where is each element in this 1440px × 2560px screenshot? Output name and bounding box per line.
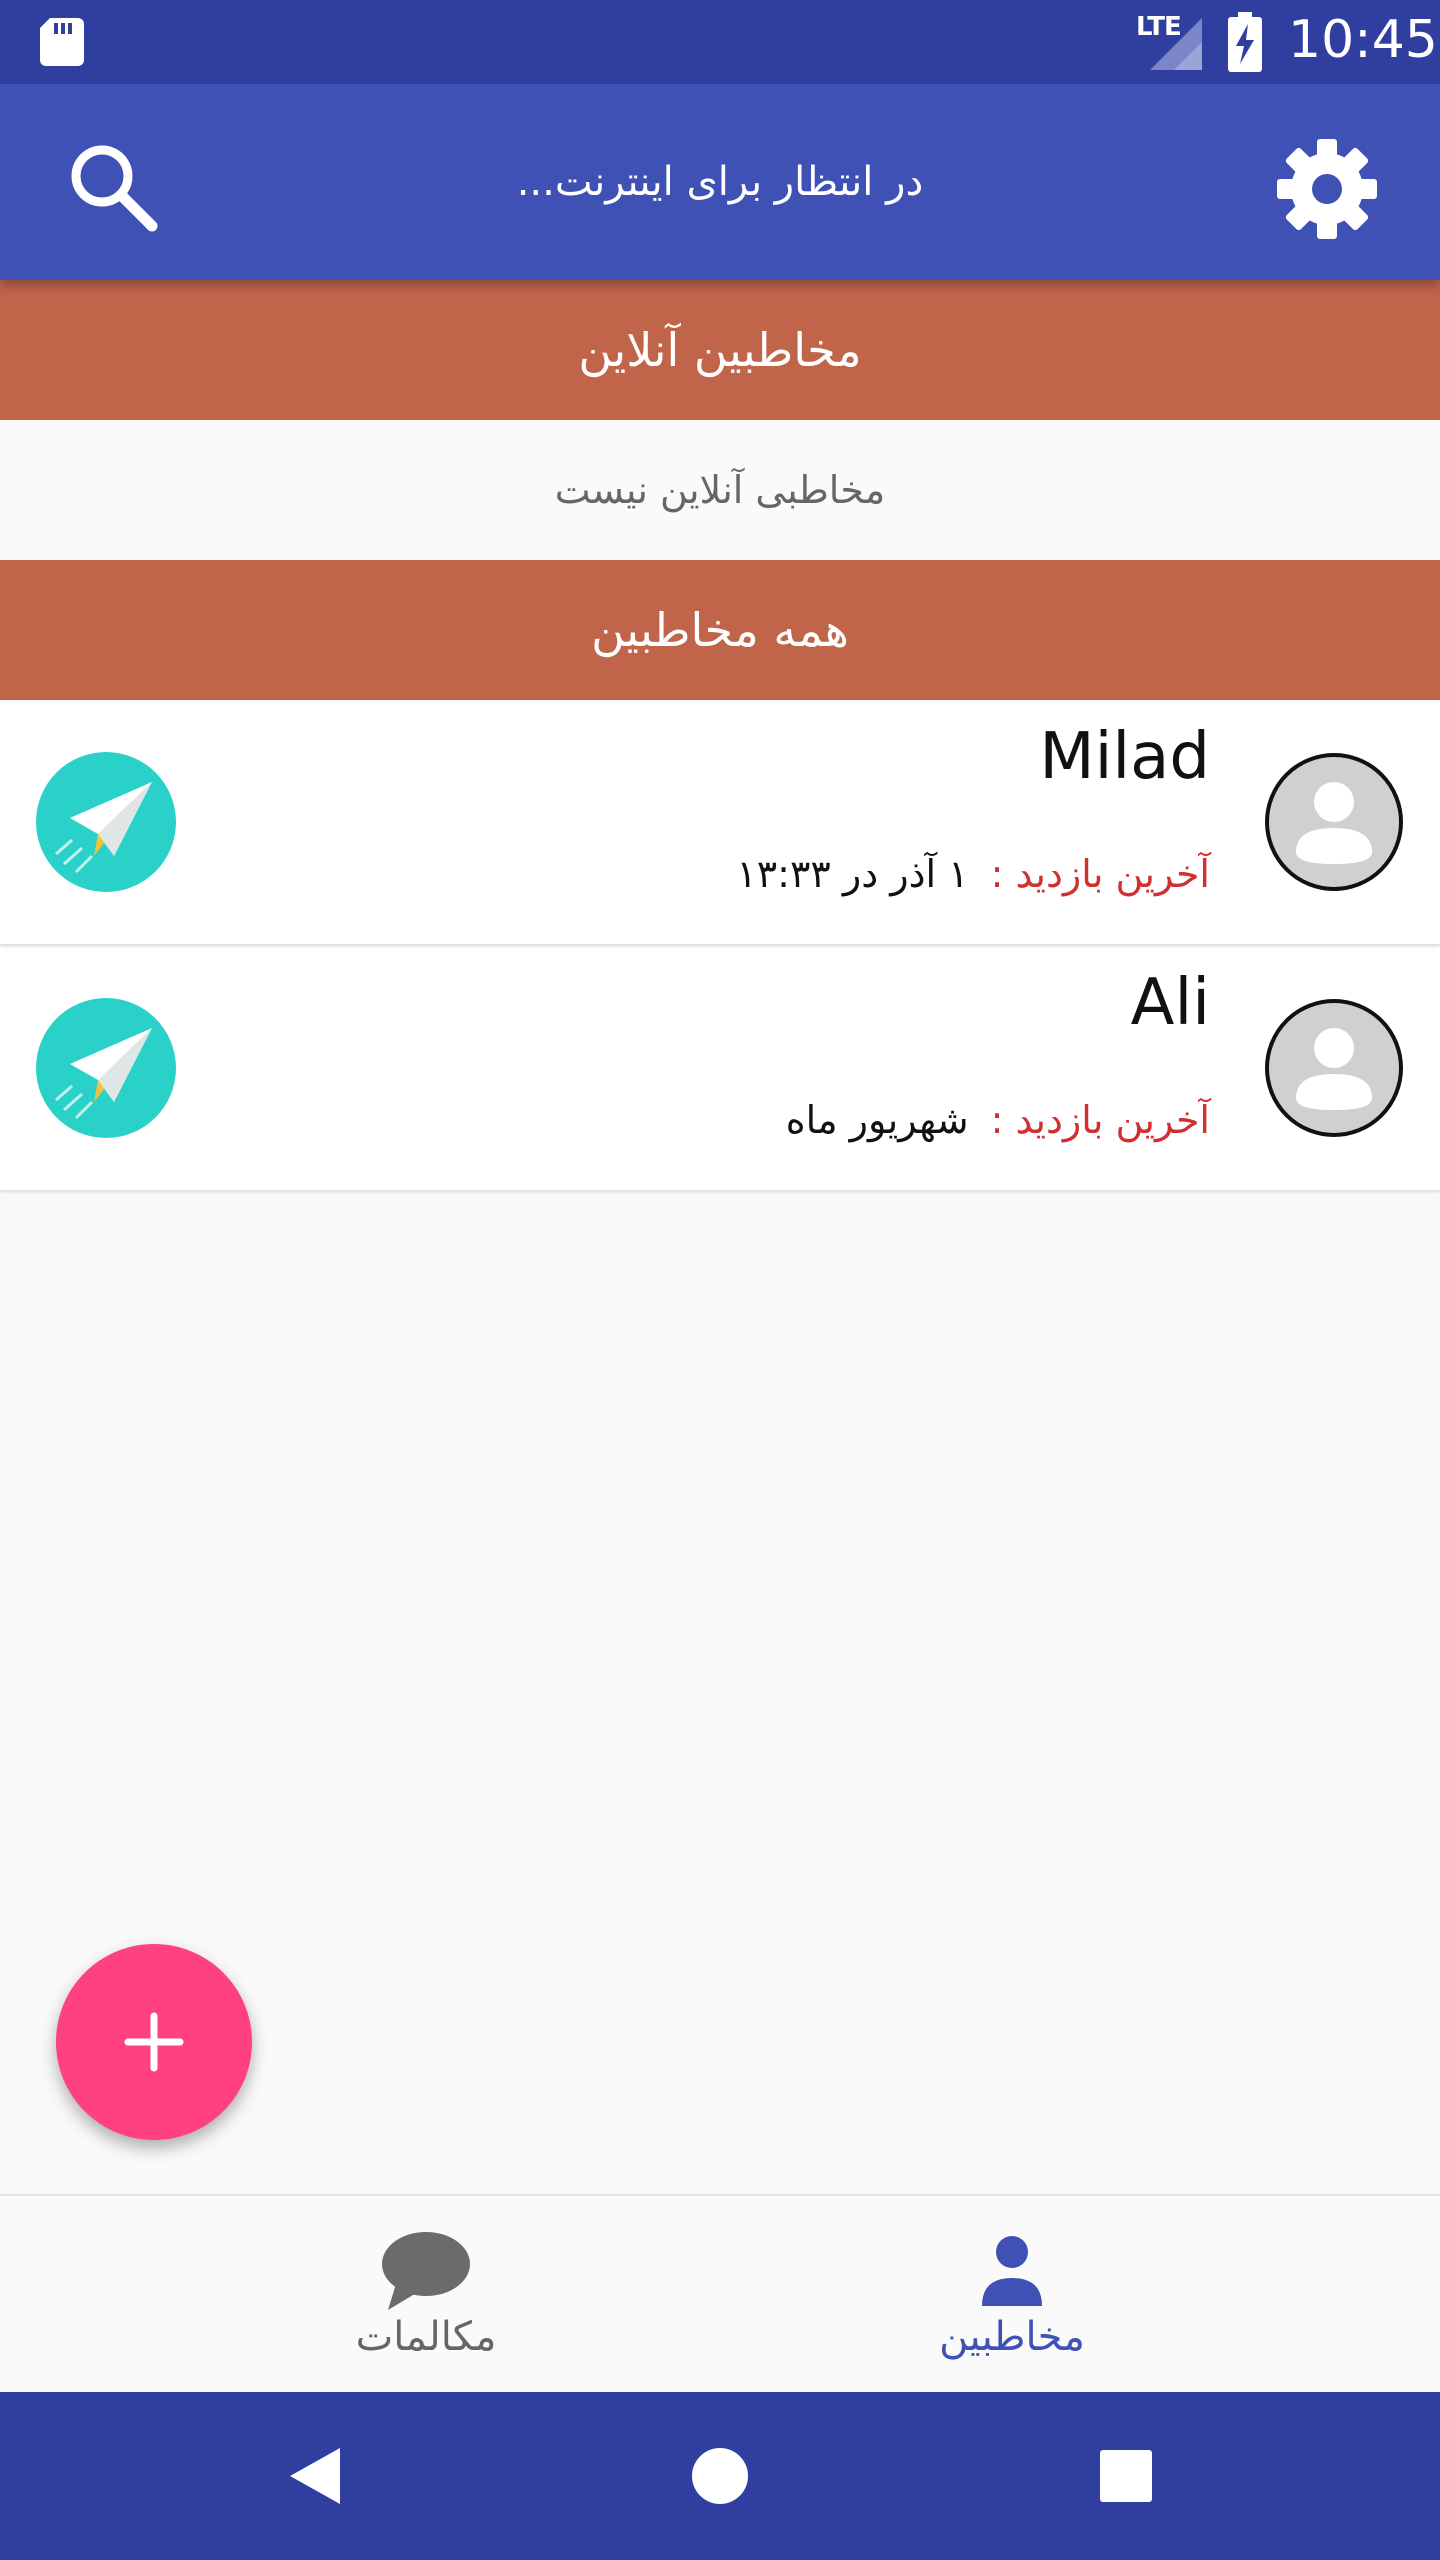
last-seen: آخرین بازدید : ۱ آذر در ۱۳:۳۳: [736, 852, 1210, 896]
app-bar: در انتظار برای اینترنت...: [0, 84, 1440, 280]
bottom-nav: مکالمات مخاطبین: [0, 2194, 1440, 2394]
person-icon: [982, 2236, 1042, 2306]
avatar: [1265, 999, 1403, 1137]
paper-plane-icon[interactable]: [36, 752, 176, 892]
search-icon[interactable]: [64, 138, 160, 234]
paper-plane-icon[interactable]: [36, 998, 176, 1138]
empty-online-message: مخاطبی آنلاین نیست: [0, 420, 1440, 560]
last-seen-label: آخرین بازدید :: [990, 852, 1210, 896]
status-bar: LTE 10:45: [0, 0, 1440, 84]
back-icon[interactable]: [276, 2436, 356, 2516]
tab-contacts-label: مخاطبین: [939, 2314, 1085, 2360]
section-header-all: همه مخاطبین: [0, 560, 1440, 700]
avatar: [1265, 753, 1403, 891]
plus-icon: [124, 2012, 184, 2072]
last-seen-value: ۱ آذر در ۱۳:۳۳: [736, 852, 969, 896]
system-nav-bar: [0, 2392, 1440, 2560]
sd-card-icon: [40, 18, 84, 66]
app-title: در انتظار برای اینترنت...: [516, 159, 924, 205]
last-seen: آخرین بازدید : شهریور ماه: [786, 1098, 1210, 1142]
tab-contacts[interactable]: مخاطبین: [822, 2196, 1202, 2394]
contact-row[interactable]: Ali آخرین بازدید : شهریور ماه: [0, 948, 1440, 1190]
gear-icon[interactable]: [1272, 134, 1382, 244]
add-contact-button[interactable]: [56, 1944, 252, 2140]
battery-charging-icon: [1228, 12, 1262, 72]
recents-icon[interactable]: [1086, 2436, 1166, 2516]
contact-name: Milad: [1039, 720, 1210, 794]
home-icon[interactable]: [680, 2436, 760, 2516]
signal-icon: [1150, 18, 1202, 70]
chat-bubble-icon: [382, 2232, 470, 2310]
contact-name: Ali: [1130, 966, 1210, 1040]
section-header-online: مخاطبین آنلاین: [0, 280, 1440, 420]
tab-chats-label: مکالمات: [355, 2314, 497, 2360]
last-seen-label: آخرین بازدید :: [990, 1098, 1210, 1142]
contact-row[interactable]: Milad آخرین بازدید : ۱ آذر در ۱۳:۳۳: [0, 702, 1440, 944]
last-seen-value: شهریور ماه: [785, 1098, 969, 1142]
tab-chats[interactable]: مکالمات: [236, 2196, 616, 2394]
clock: 10:45: [1288, 10, 1438, 70]
